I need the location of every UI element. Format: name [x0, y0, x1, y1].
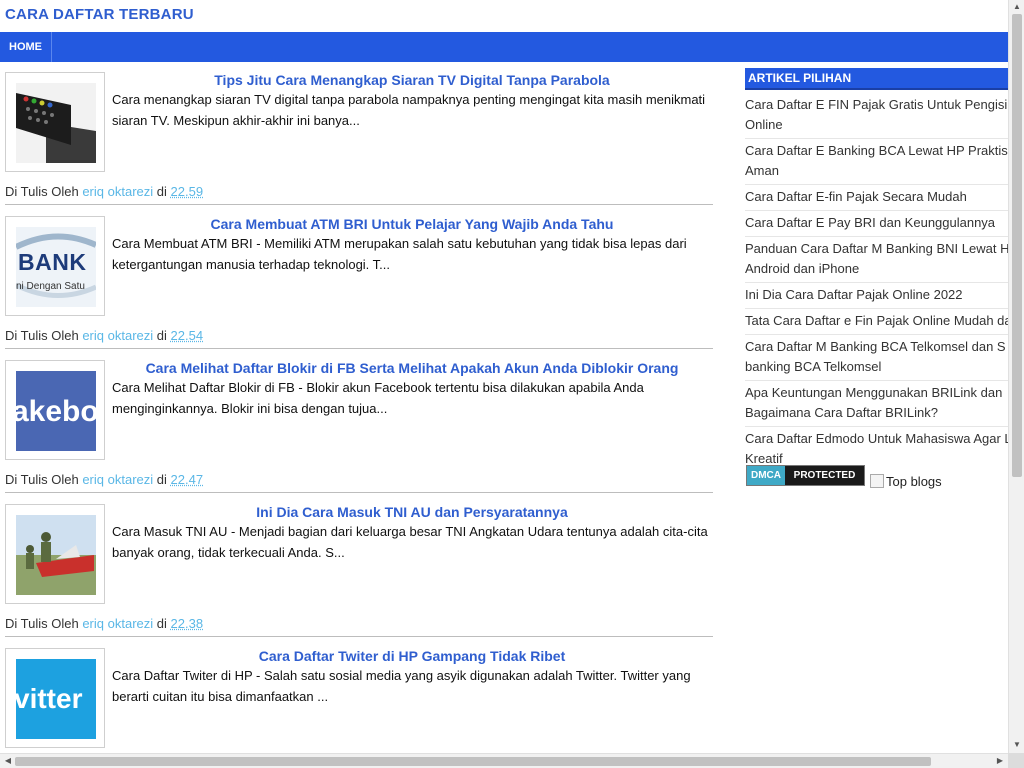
- post-snippet: Cara Daftar Twiter di HP - Salah satu so…: [112, 668, 691, 704]
- sidebar-link[interactable]: Cara Daftar E-fin Pajak Secara Mudah: [745, 185, 1008, 211]
- post-time-link[interactable]: 22.47: [171, 472, 204, 487]
- facebook-logo-text: akeboo: [16, 395, 96, 428]
- meta-at: di: [156, 328, 167, 343]
- sidebar-link[interactable]: Cara Daftar E FIN Pajak Gratis Untuk Pen…: [745, 93, 1008, 139]
- post-snippet: Cara Membuat ATM BRI - Memiliki ATM meru…: [112, 236, 687, 272]
- sidebar-link[interactable]: Apa Keuntungan Menggunakan BRILink dan B…: [745, 381, 1008, 427]
- post-meta: Di Tulis Oleh eriq oktarezi di 22.47: [5, 472, 203, 488]
- meta-at: di: [156, 184, 167, 199]
- post-time-link[interactable]: 22.54: [171, 328, 204, 343]
- sidebar-list: Cara Daftar E FIN Pajak Gratis Untuk Pen…: [745, 93, 1008, 472]
- post-title-link[interactable]: Cara Membuat ATM BRI Untuk Pelajar Yang …: [112, 216, 712, 232]
- post-thumbnail[interactable]: [5, 72, 105, 172]
- post-snippet: Cara Melihat Daftar Blokir di FB - Bloki…: [112, 380, 644, 416]
- sidebar-link[interactable]: Cara Daftar M Banking BCA Telkomsel dan …: [745, 335, 1008, 381]
- post-author-link[interactable]: eriq oktarezi: [82, 472, 153, 487]
- bank-image: BANK ni Dengan Satu: [16, 227, 96, 307]
- meta-at: di: [156, 616, 167, 631]
- page-viewport: CARA DAFTAR TERBARU HOME Tips Jitu Cara …: [0, 0, 1008, 753]
- post-title-link[interactable]: Tips Jitu Cara Menangkap Siaran TV Digit…: [112, 72, 712, 88]
- dmca-badge-right: PROTECTED: [785, 466, 864, 485]
- tv-receiver-image: [16, 83, 96, 163]
- post-author-link[interactable]: eriq oktarezi: [82, 184, 153, 199]
- nav-home-link[interactable]: HOME: [0, 32, 52, 62]
- post-divider: [5, 204, 713, 205]
- post-time-link[interactable]: 22.38: [171, 616, 204, 631]
- meta-prefix: Di Tulis Oleh: [5, 184, 79, 199]
- sidebar-link[interactable]: Tata Cara Daftar e Fin Pajak Online Muda…: [745, 309, 1008, 335]
- bank-image-sublabel: ni Dengan Satu: [16, 281, 85, 292]
- facebook-logo-image: akeboo: [16, 371, 96, 451]
- post-meta: Di Tulis Oleh eriq oktarezi di 22.54: [5, 328, 203, 344]
- dmca-badge[interactable]: DMCA PROTECTED: [746, 465, 865, 486]
- vertical-scroll-thumb[interactable]: [1012, 14, 1022, 477]
- scrollbar-corner: [1008, 753, 1024, 768]
- meta-at: di: [156, 472, 167, 487]
- post-title-link[interactable]: Ini Dia Cara Masuk TNI AU dan Persyarata…: [112, 504, 712, 520]
- post-thumbnail[interactable]: vitter: [5, 648, 105, 748]
- top-blogs-badge[interactable]: Top blogs: [870, 474, 942, 489]
- sidebar-header: ARTIKEL PILIHAN: [745, 68, 1008, 90]
- meta-prefix: Di Tulis Oleh: [5, 472, 79, 487]
- post-snippet: Cara menangkap siaran TV digital tanpa p…: [112, 92, 706, 128]
- post-divider: [5, 492, 713, 493]
- scroll-right-arrow-icon[interactable]: ▶: [992, 755, 1008, 767]
- meta-prefix: Di Tulis Oleh: [5, 616, 79, 631]
- post-snippet: Cara Masuk TNI AU - Menjadi bagian dari …: [112, 524, 708, 560]
- horizontal-scrollbar[interactable]: ◀ ▶: [0, 753, 1008, 768]
- soldiers-image: [16, 515, 96, 595]
- scroll-left-arrow-icon[interactable]: ◀: [0, 755, 16, 767]
- post-thumbnail[interactable]: BANK ni Dengan Satu: [5, 216, 105, 316]
- broken-image-icon: [870, 474, 884, 488]
- twitter-logo-image: vitter: [16, 659, 96, 739]
- twitter-logo-text: vitter: [16, 683, 83, 714]
- post-title-link[interactable]: Cara Melihat Daftar Blokir di FB Serta M…: [112, 360, 712, 376]
- dmca-badge-left: DMCA: [747, 466, 785, 485]
- post-author-link[interactable]: eriq oktarezi: [82, 328, 153, 343]
- sidebar-link[interactable]: Cara Daftar E Banking BCA Lewat HP Prakt…: [745, 139, 1008, 185]
- sidebar-link[interactable]: Cara Daftar E Pay BRI dan Keunggulannya: [745, 211, 1008, 237]
- post-divider: [5, 348, 713, 349]
- post-divider: [5, 636, 713, 637]
- sidebar-link[interactable]: Ini Dia Cara Daftar Pajak Online 2022: [745, 283, 1008, 309]
- post-thumbnail[interactable]: akeboo: [5, 360, 105, 460]
- post-title-link[interactable]: Cara Daftar Twiter di HP Gampang Tidak R…: [112, 648, 712, 664]
- scroll-down-arrow-icon[interactable]: ▼: [1009, 739, 1024, 751]
- horizontal-scroll-thumb[interactable]: [15, 757, 931, 766]
- scroll-up-arrow-icon[interactable]: ▲: [1009, 1, 1024, 13]
- site-title[interactable]: CARA DAFTAR TERBARU: [5, 6, 194, 23]
- post-meta: Di Tulis Oleh eriq oktarezi di 22.59: [5, 184, 203, 200]
- post-thumbnail[interactable]: [5, 504, 105, 604]
- vertical-scrollbar[interactable]: ▲ ▼: [1008, 0, 1024, 753]
- post-time-link[interactable]: 22.59: [171, 184, 204, 199]
- nav-bar: HOME: [0, 32, 1008, 62]
- top-blogs-alt-text: Top blogs: [886, 474, 942, 489]
- sidebar-link[interactable]: Panduan Cara Daftar M Banking BNI Lewat …: [745, 237, 1008, 283]
- meta-prefix: Di Tulis Oleh: [5, 328, 79, 343]
- post-author-link[interactable]: eriq oktarezi: [82, 616, 153, 631]
- post-meta: Di Tulis Oleh eriq oktarezi di 22.38: [5, 616, 203, 632]
- sidebar: ARTIKEL PILIHAN Cara Daftar E FIN Pajak …: [745, 68, 1008, 472]
- bank-image-label: BANK: [18, 249, 87, 275]
